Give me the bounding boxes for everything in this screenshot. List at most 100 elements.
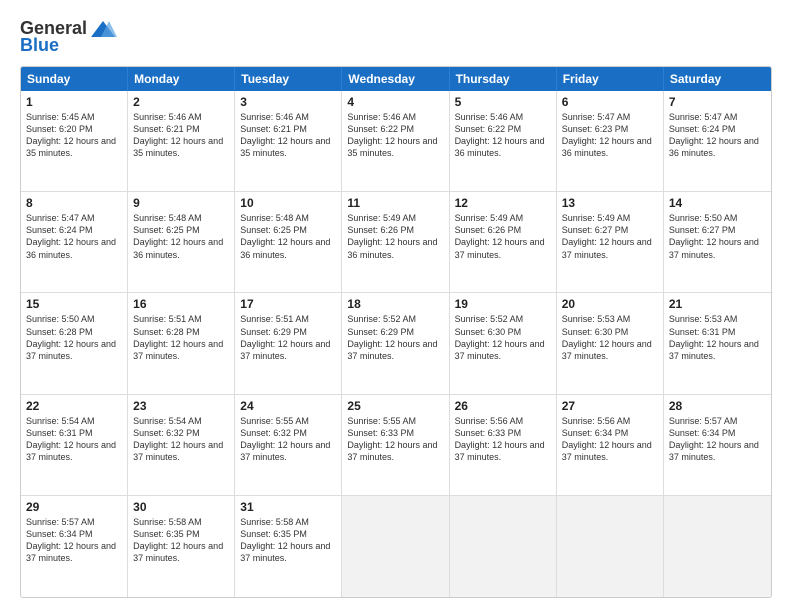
day-number: 7 [669, 95, 766, 109]
calendar-cell: 26 Sunrise: 5:56 AMSunset: 6:33 PMDaylig… [450, 395, 557, 495]
calendar-cell: 9 Sunrise: 5:48 AMSunset: 6:25 PMDayligh… [128, 192, 235, 292]
day-number: 12 [455, 196, 551, 210]
day-number: 23 [133, 399, 229, 413]
calendar-cell: 23 Sunrise: 5:54 AMSunset: 6:32 PMDaylig… [128, 395, 235, 495]
calendar-cell: 13 Sunrise: 5:49 AMSunset: 6:27 PMDaylig… [557, 192, 664, 292]
day-number: 28 [669, 399, 766, 413]
calendar-cell: 3 Sunrise: 5:46 AMSunset: 6:21 PMDayligh… [235, 91, 342, 191]
cell-info: Sunrise: 5:48 AMSunset: 6:25 PMDaylight:… [240, 213, 330, 259]
day-number: 26 [455, 399, 551, 413]
calendar-header: SundayMondayTuesdayWednesdayThursdayFrid… [21, 67, 771, 91]
cell-info: Sunrise: 5:58 AMSunset: 6:35 PMDaylight:… [133, 517, 223, 563]
header-day-wednesday: Wednesday [342, 67, 449, 91]
calendar-cell: 14 Sunrise: 5:50 AMSunset: 6:27 PMDaylig… [664, 192, 771, 292]
calendar-row-5: 29 Sunrise: 5:57 AMSunset: 6:34 PMDaylig… [21, 496, 771, 597]
day-number: 17 [240, 297, 336, 311]
header: General Blue [20, 18, 772, 56]
cell-info: Sunrise: 5:56 AMSunset: 6:33 PMDaylight:… [455, 416, 545, 462]
calendar-cell: 29 Sunrise: 5:57 AMSunset: 6:34 PMDaylig… [21, 496, 128, 597]
calendar-cell: 28 Sunrise: 5:57 AMSunset: 6:34 PMDaylig… [664, 395, 771, 495]
cell-info: Sunrise: 5:57 AMSunset: 6:34 PMDaylight:… [669, 416, 759, 462]
day-number: 8 [26, 196, 122, 210]
day-number: 29 [26, 500, 122, 514]
calendar-row-4: 22 Sunrise: 5:54 AMSunset: 6:31 PMDaylig… [21, 395, 771, 496]
day-number: 3 [240, 95, 336, 109]
cell-info: Sunrise: 5:50 AMSunset: 6:28 PMDaylight:… [26, 314, 116, 360]
cell-info: Sunrise: 5:45 AMSunset: 6:20 PMDaylight:… [26, 112, 116, 158]
day-number: 27 [562, 399, 658, 413]
calendar-cell: 6 Sunrise: 5:47 AMSunset: 6:23 PMDayligh… [557, 91, 664, 191]
day-number: 13 [562, 196, 658, 210]
calendar-body: 1 Sunrise: 5:45 AMSunset: 6:20 PMDayligh… [21, 91, 771, 597]
cell-info: Sunrise: 5:52 AMSunset: 6:29 PMDaylight:… [347, 314, 437, 360]
day-number: 4 [347, 95, 443, 109]
cell-info: Sunrise: 5:53 AMSunset: 6:30 PMDaylight:… [562, 314, 652, 360]
cell-info: Sunrise: 5:47 AMSunset: 6:23 PMDaylight:… [562, 112, 652, 158]
cell-info: Sunrise: 5:47 AMSunset: 6:24 PMDaylight:… [669, 112, 759, 158]
day-number: 1 [26, 95, 122, 109]
day-number: 31 [240, 500, 336, 514]
cell-info: Sunrise: 5:49 AMSunset: 6:26 PMDaylight:… [455, 213, 545, 259]
cell-info: Sunrise: 5:51 AMSunset: 6:29 PMDaylight:… [240, 314, 330, 360]
calendar-cell: 1 Sunrise: 5:45 AMSunset: 6:20 PMDayligh… [21, 91, 128, 191]
logo: General Blue [20, 18, 117, 56]
cell-info: Sunrise: 5:46 AMSunset: 6:22 PMDaylight:… [347, 112, 437, 158]
calendar-cell: 18 Sunrise: 5:52 AMSunset: 6:29 PMDaylig… [342, 293, 449, 393]
day-number: 16 [133, 297, 229, 311]
calendar-cell: 30 Sunrise: 5:58 AMSunset: 6:35 PMDaylig… [128, 496, 235, 597]
calendar-cell [342, 496, 449, 597]
day-number: 30 [133, 500, 229, 514]
logo-blue: Blue [20, 35, 59, 56]
calendar: SundayMondayTuesdayWednesdayThursdayFrid… [20, 66, 772, 598]
calendar-row-3: 15 Sunrise: 5:50 AMSunset: 6:28 PMDaylig… [21, 293, 771, 394]
day-number: 18 [347, 297, 443, 311]
day-number: 2 [133, 95, 229, 109]
calendar-cell [450, 496, 557, 597]
calendar-cell: 31 Sunrise: 5:58 AMSunset: 6:35 PMDaylig… [235, 496, 342, 597]
calendar-cell: 5 Sunrise: 5:46 AMSunset: 6:22 PMDayligh… [450, 91, 557, 191]
calendar-row-2: 8 Sunrise: 5:47 AMSunset: 6:24 PMDayligh… [21, 192, 771, 293]
day-number: 21 [669, 297, 766, 311]
header-day-friday: Friday [557, 67, 664, 91]
calendar-cell: 25 Sunrise: 5:55 AMSunset: 6:33 PMDaylig… [342, 395, 449, 495]
cell-info: Sunrise: 5:57 AMSunset: 6:34 PMDaylight:… [26, 517, 116, 563]
day-number: 11 [347, 196, 443, 210]
cell-info: Sunrise: 5:56 AMSunset: 6:34 PMDaylight:… [562, 416, 652, 462]
cell-info: Sunrise: 5:52 AMSunset: 6:30 PMDaylight:… [455, 314, 545, 360]
calendar-cell: 15 Sunrise: 5:50 AMSunset: 6:28 PMDaylig… [21, 293, 128, 393]
calendar-cell [557, 496, 664, 597]
calendar-cell: 27 Sunrise: 5:56 AMSunset: 6:34 PMDaylig… [557, 395, 664, 495]
day-number: 14 [669, 196, 766, 210]
header-day-thursday: Thursday [450, 67, 557, 91]
cell-info: Sunrise: 5:49 AMSunset: 6:26 PMDaylight:… [347, 213, 437, 259]
calendar-row-1: 1 Sunrise: 5:45 AMSunset: 6:20 PMDayligh… [21, 91, 771, 192]
cell-info: Sunrise: 5:54 AMSunset: 6:32 PMDaylight:… [133, 416, 223, 462]
calendar-cell: 19 Sunrise: 5:52 AMSunset: 6:30 PMDaylig… [450, 293, 557, 393]
cell-info: Sunrise: 5:51 AMSunset: 6:28 PMDaylight:… [133, 314, 223, 360]
calendar-cell [664, 496, 771, 597]
cell-info: Sunrise: 5:46 AMSunset: 6:21 PMDaylight:… [240, 112, 330, 158]
calendar-cell: 4 Sunrise: 5:46 AMSunset: 6:22 PMDayligh… [342, 91, 449, 191]
header-day-monday: Monday [128, 67, 235, 91]
header-day-sunday: Sunday [21, 67, 128, 91]
cell-info: Sunrise: 5:54 AMSunset: 6:31 PMDaylight:… [26, 416, 116, 462]
calendar-cell: 8 Sunrise: 5:47 AMSunset: 6:24 PMDayligh… [21, 192, 128, 292]
page: General Blue SundayMondayTuesdayWednesda… [0, 0, 792, 612]
calendar-cell: 22 Sunrise: 5:54 AMSunset: 6:31 PMDaylig… [21, 395, 128, 495]
calendar-cell: 24 Sunrise: 5:55 AMSunset: 6:32 PMDaylig… [235, 395, 342, 495]
calendar-cell: 10 Sunrise: 5:48 AMSunset: 6:25 PMDaylig… [235, 192, 342, 292]
cell-info: Sunrise: 5:48 AMSunset: 6:25 PMDaylight:… [133, 213, 223, 259]
cell-info: Sunrise: 5:49 AMSunset: 6:27 PMDaylight:… [562, 213, 652, 259]
day-number: 10 [240, 196, 336, 210]
day-number: 9 [133, 196, 229, 210]
calendar-cell: 20 Sunrise: 5:53 AMSunset: 6:30 PMDaylig… [557, 293, 664, 393]
cell-info: Sunrise: 5:55 AMSunset: 6:33 PMDaylight:… [347, 416, 437, 462]
cell-info: Sunrise: 5:50 AMSunset: 6:27 PMDaylight:… [669, 213, 759, 259]
calendar-cell: 16 Sunrise: 5:51 AMSunset: 6:28 PMDaylig… [128, 293, 235, 393]
calendar-cell: 17 Sunrise: 5:51 AMSunset: 6:29 PMDaylig… [235, 293, 342, 393]
cell-info: Sunrise: 5:58 AMSunset: 6:35 PMDaylight:… [240, 517, 330, 563]
day-number: 19 [455, 297, 551, 311]
calendar-cell: 2 Sunrise: 5:46 AMSunset: 6:21 PMDayligh… [128, 91, 235, 191]
calendar-cell: 7 Sunrise: 5:47 AMSunset: 6:24 PMDayligh… [664, 91, 771, 191]
calendar-cell: 12 Sunrise: 5:49 AMSunset: 6:26 PMDaylig… [450, 192, 557, 292]
